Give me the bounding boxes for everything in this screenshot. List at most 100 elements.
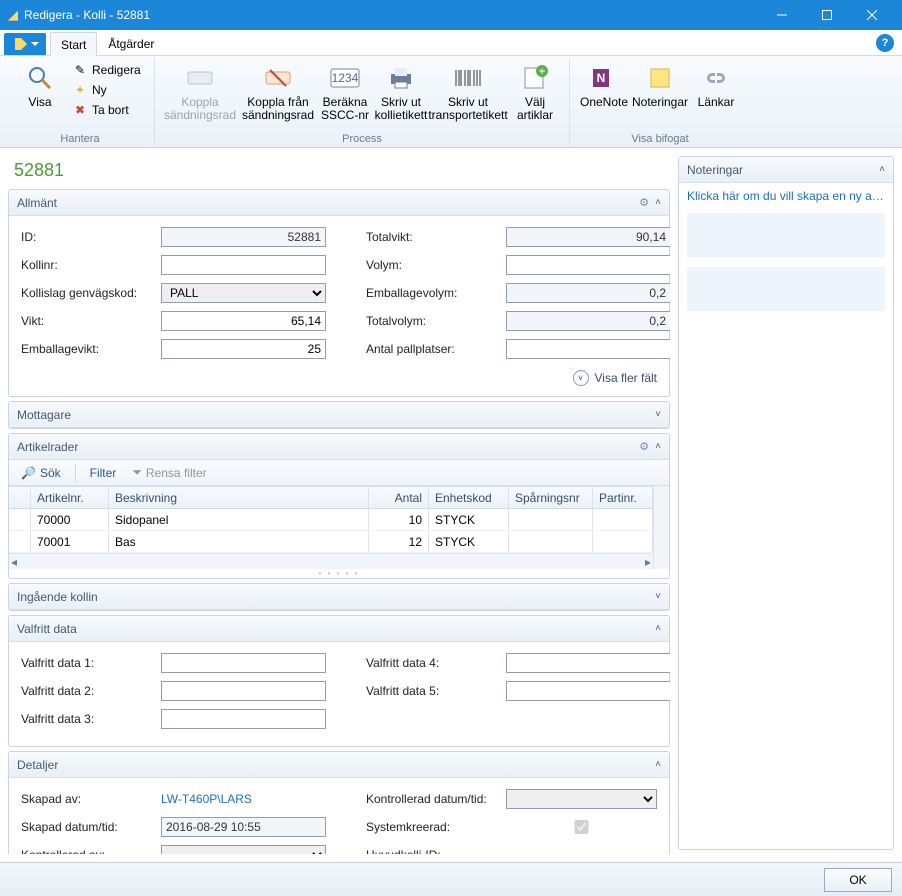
emballagevikt-field[interactable] bbox=[161, 339, 326, 359]
redigera-button[interactable]: ✎Redigera bbox=[68, 60, 148, 80]
show-more-fields[interactable]: ˅ Visa fler fält bbox=[21, 366, 657, 386]
ribbon: Visa ✎Redigera ✦Ny ✖Ta bort Hantera Kopp… bbox=[0, 56, 902, 148]
col-antal[interactable]: Antal bbox=[369, 487, 429, 508]
v-scrollbar[interactable] bbox=[653, 486, 669, 569]
panel-noteringar: Noteringar ˄ Klicka här om du vill skapa… bbox=[678, 156, 894, 850]
col-partinr[interactable]: Partinr. bbox=[593, 487, 653, 508]
vikt-label: Vikt: bbox=[21, 314, 161, 328]
tab-start[interactable]: Start bbox=[50, 32, 97, 56]
table-row[interactable]: 70001 Bas 12 STYCK bbox=[9, 531, 653, 553]
search-icon: 🔎 bbox=[21, 466, 36, 480]
ny-button[interactable]: ✦Ny bbox=[68, 80, 148, 100]
ok-button[interactable]: OK bbox=[824, 868, 892, 892]
visa-button[interactable]: Visa bbox=[12, 58, 68, 113]
valfritt3-field[interactable] bbox=[161, 709, 326, 729]
volym-label: Volym: bbox=[366, 258, 506, 272]
link-remove-icon bbox=[262, 62, 294, 94]
maximize-button[interactable] bbox=[804, 0, 849, 30]
col-beskrivning[interactable]: Beskrivning bbox=[109, 487, 369, 508]
panel-ingaende-kollin: Ingående kollin ˅ bbox=[8, 583, 670, 611]
valfritt1-field[interactable] bbox=[161, 653, 326, 673]
kollislag-select[interactable]: PALL bbox=[161, 283, 326, 303]
chevron-up-icon: ˄ bbox=[655, 441, 661, 452]
svg-text:+: + bbox=[538, 65, 545, 78]
totalvolym-field[interactable] bbox=[506, 311, 670, 331]
panel-header-detaljer[interactable]: Detaljer ˄ bbox=[9, 752, 669, 778]
huvudkolli-label: Huvudkolli-ID: bbox=[366, 848, 506, 854]
kollislag-label: Kollislag genvägskod: bbox=[21, 286, 161, 300]
emballagevolym-label: Emballagevolym: bbox=[366, 286, 506, 300]
antal-pallplatser-field[interactable] bbox=[506, 339, 670, 359]
valj-artiklar-button[interactable]: + Välj artiklar bbox=[507, 58, 563, 126]
h-scrollbar[interactable]: ◂▸ bbox=[9, 553, 653, 569]
koppla-sandningsrad-button[interactable]: Koppla sändningsrad bbox=[161, 58, 239, 126]
note-area[interactable] bbox=[687, 213, 885, 257]
valfritt4-field[interactable] bbox=[506, 653, 670, 673]
chevron-up-icon: ˄ bbox=[879, 164, 885, 175]
chevron-down-icon: ˅ bbox=[655, 591, 661, 602]
valfritt5-field[interactable] bbox=[506, 681, 670, 701]
berakna-sscc-button[interactable]: 1234 Beräkna SSCC-nr bbox=[317, 58, 373, 126]
vikt-field[interactable] bbox=[161, 311, 326, 331]
emballagevolym-field[interactable] bbox=[506, 283, 670, 303]
onenote-button[interactable]: N OneNote bbox=[576, 58, 632, 113]
rensa-filter-button[interactable]: ⏷Rensa filter bbox=[126, 463, 212, 482]
koppla-fran-sandningsrad-button[interactable]: Koppla från sändningsrad bbox=[239, 58, 317, 126]
panel-mottagare: Mottagare ˅ bbox=[8, 401, 670, 429]
skriv-ut-kollietikett-button[interactable]: Skriv ut kollietikett bbox=[373, 58, 429, 126]
id-field[interactable] bbox=[161, 227, 326, 247]
titlebar: ◢ Redigera - Kolli - 52881 bbox=[0, 0, 902, 30]
skriv-ut-transportetikett-button[interactable]: Skriv ut transportetikett bbox=[429, 58, 507, 126]
select-items-icon: + bbox=[519, 62, 551, 94]
panel-header-noteringar[interactable]: Noteringar ˄ bbox=[679, 157, 893, 183]
kontrollerad-dt-label: Kontrollerad datum/tid: bbox=[366, 792, 506, 806]
grid: Artikelnr. Beskrivning Antal Enhetskod S… bbox=[9, 486, 653, 553]
panel-header-artikelrader[interactable]: Artikelrader ⚙ ˄ bbox=[9, 434, 669, 460]
kontrollerad-dt-select[interactable] bbox=[506, 789, 657, 809]
grid-header: Artikelnr. Beskrivning Antal Enhetskod S… bbox=[9, 487, 653, 509]
gear-icon[interactable]: ⚙ bbox=[639, 196, 649, 209]
chevron-up-icon: ˄ bbox=[655, 197, 661, 208]
totalvikt-field[interactable] bbox=[506, 227, 670, 247]
kontrollerad-av-select[interactable] bbox=[161, 845, 326, 854]
group-process: Process bbox=[161, 133, 563, 147]
tabort-button[interactable]: ✖Ta bort bbox=[68, 100, 148, 120]
gear-icon[interactable]: ⚙ bbox=[639, 440, 649, 453]
funnel-icon: ⏷ bbox=[132, 465, 142, 480]
skapad-av-link[interactable]: LW-T460P\LARS bbox=[161, 792, 252, 806]
close-button[interactable] bbox=[849, 0, 894, 30]
record-id: 52881 bbox=[8, 156, 670, 189]
skapad-av-label: Skapad av: bbox=[21, 792, 161, 806]
group-hantera: Hantera bbox=[12, 133, 148, 147]
resize-handle[interactable]: • • • • • bbox=[9, 569, 669, 578]
svg-text:N: N bbox=[597, 71, 606, 85]
kollinr-field[interactable] bbox=[161, 255, 326, 275]
note-area[interactable] bbox=[687, 267, 885, 311]
footer: OK bbox=[0, 862, 902, 896]
noteringar-button[interactable]: Noteringar bbox=[632, 58, 688, 113]
panel-header-ingaende-kollin[interactable]: Ingående kollin ˅ bbox=[9, 584, 669, 610]
valfritt2-field[interactable] bbox=[161, 681, 326, 701]
panel-header-mottagare[interactable]: Mottagare ˅ bbox=[9, 402, 669, 428]
help-button[interactable]: ? bbox=[876, 34, 894, 52]
minimize-button[interactable] bbox=[759, 0, 804, 30]
table-row[interactable]: 70000 Sidopanel 10 STYCK bbox=[9, 509, 653, 531]
skapad-dt-field[interactable] bbox=[161, 817, 326, 837]
lankar-button[interactable]: Länkar bbox=[688, 58, 744, 113]
file-menu[interactable] bbox=[4, 33, 46, 55]
link-icon bbox=[700, 62, 732, 94]
panel-header-allmant[interactable]: Allmänt ⚙ ˄ bbox=[9, 190, 669, 216]
volym-field[interactable] bbox=[506, 255, 670, 275]
group-visa-bifogat: Visa bifogat bbox=[576, 133, 744, 147]
valfritt5-label: Valfritt data 5: bbox=[366, 684, 506, 698]
antal-pallplatser-label: Antal pallplatser: bbox=[366, 342, 506, 356]
create-note-link[interactable]: Klicka här om du vill skapa en ny an... bbox=[687, 189, 885, 203]
filter-button[interactable]: Filter bbox=[84, 464, 123, 482]
tab-actions[interactable]: Åtgärder bbox=[97, 31, 165, 55]
col-sparningsnr[interactable]: Spårningsnr bbox=[509, 487, 593, 508]
number-icon: 1234 bbox=[329, 62, 361, 94]
panel-header-valfritt-data[interactable]: Valfritt data ˄ bbox=[9, 616, 669, 642]
col-artikelnr[interactable]: Artikelnr. bbox=[31, 487, 109, 508]
col-enhetskod[interactable]: Enhetskod bbox=[429, 487, 509, 508]
sok-button[interactable]: 🔎Sök bbox=[15, 464, 67, 482]
